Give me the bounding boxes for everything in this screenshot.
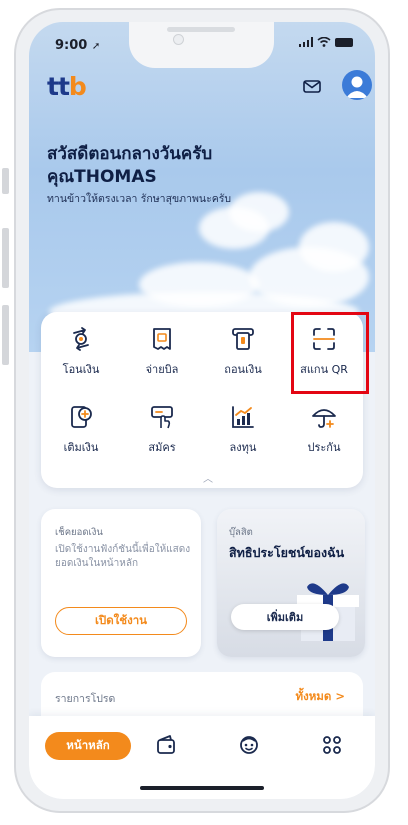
bottom-navigation: หน้าหลัก (29, 716, 375, 799)
status-time: 9:00 ➚ (55, 38, 100, 53)
user-icon (346, 76, 368, 98)
balance-card-desc: เปิดใช้งานฟังก์ชันนี้เพื่อให้แสดงยอดเงิน… (55, 544, 191, 569)
menu-item-label: ถอนเงิน (224, 363, 262, 376)
balance-card-title: เช็คยอดเงิน (55, 527, 103, 538)
enable-button[interactable]: เปิดใช้งาน (55, 607, 187, 635)
assistant-face-icon[interactable] (238, 734, 260, 756)
cloud-decoration (229, 192, 289, 232)
home-indicator[interactable] (140, 786, 264, 790)
bill-icon (153, 328, 171, 350)
menu-item-label: ลงทุน (229, 441, 257, 454)
invest-icon (232, 406, 254, 428)
wallet-icon[interactable] (155, 734, 177, 756)
signal-icon (299, 37, 313, 47)
phone-screen: 9:00 ➚ ttb สวัสดีตอนกลางวันครับ คุณTHOMA… (29, 22, 375, 799)
benefit-card[interactable]: บุ๊ลสิต สิทธิประโยชน์ของฉัน เพิ่มเติม (217, 509, 365, 657)
location-arrow-icon: ➚ (91, 41, 101, 52)
avatar[interactable] (342, 70, 372, 100)
menu-item-label: จ่ายบิล (145, 363, 179, 376)
menu-item-transfer[interactable]: โอนเงิน (42, 316, 120, 394)
cloud-decoration (299, 222, 369, 272)
front-camera (173, 34, 184, 45)
menu-item-withdraw[interactable]: ถอนเงิน (204, 316, 282, 394)
phone-notch (129, 22, 274, 68)
transfer-icon (73, 327, 89, 351)
logo-accent-text: b (68, 72, 87, 101)
status-time-text: 9:00 (55, 38, 88, 53)
menu-item-label: สมัคร (148, 441, 176, 454)
withdraw-icon (232, 328, 254, 350)
menu-grid-icon[interactable] (321, 734, 343, 756)
ttb-logo: ttb (47, 72, 87, 101)
nav-home-button[interactable]: หน้าหลัก (45, 732, 131, 760)
status-icons (299, 37, 353, 47)
menu-item-label: เติมเงิน (63, 441, 99, 454)
menu-item-topup[interactable]: เติมเงิน (42, 394, 120, 472)
menu-item-invest[interactable]: ลงทุน (204, 394, 282, 472)
logo-main-text: tt (47, 72, 70, 101)
benefit-card-title: บุ๊ลสิต (229, 527, 253, 538)
chevron-up-icon[interactable]: ︿ (203, 470, 213, 485)
battery-icon (335, 37, 353, 47)
menu-item-apply[interactable]: สมัคร (123, 394, 201, 472)
menu-item-label: โอนเงิน (62, 363, 100, 376)
menu-item-label: ประกัน (307, 441, 341, 454)
insurance-icon (312, 409, 336, 428)
side-button-volume-up (2, 228, 9, 288)
balance-check-card: เช็คยอดเงิน เปิดใช้งานฟังก์ชันนี้เพื่อให… (41, 509, 201, 657)
mail-icon[interactable] (303, 80, 321, 93)
greeting-subtitle: ทานข้าวให้ตรงเวลา รักษาสุขภาพนะครับ (47, 193, 232, 205)
benefit-card-heading: สิทธิประโยชน์ของฉัน (229, 545, 345, 560)
speaker-grill (167, 27, 235, 32)
apply-icon (151, 406, 173, 429)
scan-qr-highlight-box (291, 312, 369, 394)
side-button-volume-down (2, 305, 9, 365)
view-all-link[interactable]: ทั้งหมด > (296, 688, 345, 706)
menu-item-bill[interactable]: จ่ายบิล (123, 316, 201, 394)
menu-item-insurance[interactable]: ประกัน (285, 394, 363, 472)
see-more-button[interactable]: เพิ่มเติม (231, 604, 339, 630)
topup-icon (71, 406, 92, 428)
greeting-name: คุณTHOMAS (47, 167, 157, 187)
wifi-icon (317, 37, 331, 47)
favorites-label: รายการโปรด (55, 693, 116, 705)
side-button-mute (2, 168, 9, 194)
